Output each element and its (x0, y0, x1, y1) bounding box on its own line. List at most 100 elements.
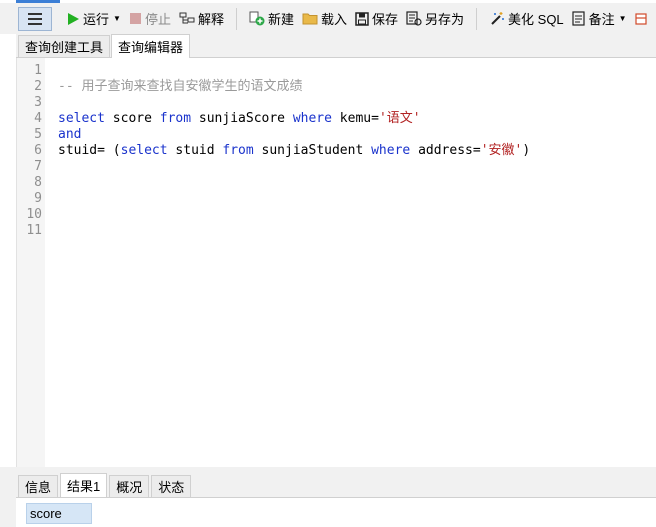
column-header-score[interactable]: score (26, 503, 92, 524)
notes-icon (572, 11, 585, 26)
sql-keyword: where (371, 143, 411, 158)
explain-label: 解释 (197, 12, 224, 27)
overflow-button[interactable] (631, 7, 654, 31)
line-number: 11 (26, 223, 42, 238)
code-area[interactable]: 1 2 -- 用子查询来查找自安徽学生的语文成绩 3 4 select scor… (17, 63, 656, 239)
line-text: and (42, 127, 81, 143)
save-as-button[interactable]: 另存为 (402, 7, 468, 31)
tab-profile[interactable]: 概况 (109, 475, 150, 497)
stop-label: 停止 (144, 12, 171, 27)
left-margin (0, 34, 16, 467)
sql-keyword: select (120, 143, 168, 158)
menu-button[interactable] (18, 6, 52, 31)
line-number: 4 (34, 111, 42, 126)
result-panel: 信息 结果1 概况 状态 score (0, 467, 656, 527)
sql-text: stuid (167, 143, 223, 158)
notes-button[interactable]: 备注 ▼ (568, 7, 631, 31)
toolbar: 运行 ▼ 停止 解释 新建 载入 保存 另存为 美化 SQL 备注 ▼ (0, 3, 656, 34)
line-number: 6 (34, 143, 42, 158)
line-text (42, 95, 58, 111)
line-text (42, 159, 58, 175)
line-text (42, 191, 58, 207)
result-tab-bar: 信息 结果1 概况 状态 (18, 473, 193, 497)
sql-keyword: from (222, 143, 254, 158)
new-label: 新建 (267, 12, 294, 27)
tab-result-1[interactable]: 结果1 (60, 473, 108, 497)
notes-label: 备注 (588, 12, 615, 27)
sql-text: stuid= ( (58, 143, 121, 158)
line-number: 1 (34, 63, 42, 78)
save-as-label: 另存为 (425, 12, 465, 27)
load-button[interactable]: 载入 (298, 7, 351, 31)
sql-keyword: and (58, 127, 82, 142)
new-button[interactable]: 新建 (245, 7, 298, 31)
sql-text: sunjiaStudent (253, 143, 372, 158)
code-line: 8 (17, 175, 656, 191)
magic-wand-icon (491, 12, 505, 25)
line-number: 8 (34, 175, 42, 190)
explain-button[interactable]: 解释 (175, 7, 228, 31)
overflow-icon (634, 12, 647, 25)
save-icon (355, 11, 369, 26)
code-line: 1 (17, 63, 656, 79)
sql-text: score (104, 111, 160, 126)
sql-string: '安徽' (480, 143, 523, 158)
tab-status[interactable]: 状态 (151, 475, 192, 497)
save-button[interactable]: 保存 (351, 7, 402, 31)
sql-keyword: where (292, 111, 332, 126)
code-line: 7 (17, 159, 656, 175)
line-number: 7 (34, 159, 42, 174)
line-text (42, 175, 58, 191)
tab-messages[interactable]: 信息 (18, 475, 59, 497)
code-line: 5 and (17, 127, 656, 143)
code-line: 3 (17, 95, 656, 111)
line-text (42, 63, 58, 79)
line-number: 5 (34, 127, 42, 142)
run-button[interactable]: 运行 ▼ (62, 7, 125, 31)
folder-icon (302, 13, 318, 25)
result-grid[interactable]: score (16, 497, 656, 527)
code-line: 6 stuid= (select stuid from sunjiaStuden… (17, 143, 656, 159)
stop-button[interactable]: 停止 (125, 7, 175, 31)
play-icon (68, 12, 79, 25)
line-text (42, 207, 58, 223)
editor-tab-bar: 查询创建工具 查询编辑器 (16, 34, 656, 58)
tab-query-builder[interactable]: 查询创建工具 (18, 35, 111, 57)
run-label: 运行 (83, 12, 110, 27)
run-dropdown-icon[interactable]: ▼ (113, 14, 121, 23)
line-number: 2 (34, 79, 42, 94)
sql-text: ) (522, 143, 531, 158)
code-line: 9 (17, 191, 656, 207)
line-number: 10 (26, 207, 42, 222)
line-text (42, 223, 58, 239)
beautify-sql-button[interactable]: 美化 SQL (485, 7, 568, 31)
line-number: 3 (34, 95, 42, 110)
save-as-icon (406, 11, 422, 26)
line-text: -- 用子查询来查找自安徽学生的语文成绩 (42, 79, 302, 95)
sql-text: sunjiaScore (191, 111, 293, 126)
stop-icon (129, 13, 141, 24)
sql-keyword: select (58, 111, 105, 126)
code-line: 10 (17, 207, 656, 223)
line-text: stuid= (select stuid from sunjiaStudent … (42, 143, 530, 159)
load-label: 载入 (320, 12, 347, 27)
sql-text: kemu= (331, 111, 379, 126)
sql-string: '语文' (378, 111, 421, 126)
explain-icon (179, 12, 195, 23)
sql-keyword: from (159, 111, 192, 126)
line-text: select score from sunjiaScore where kemu… (42, 111, 421, 127)
toolbar-divider (235, 7, 237, 30)
sql-editor[interactable]: 1 2 -- 用子查询来查找自安徽学生的语文成绩 3 4 select scor… (16, 58, 656, 467)
tab-query-editor[interactable]: 查询编辑器 (111, 34, 191, 58)
line-number: 9 (34, 191, 42, 206)
sql-text: address= (410, 143, 481, 158)
notes-dropdown-icon[interactable]: ▼ (619, 14, 627, 23)
code-line: 11 (17, 223, 656, 239)
code-line: 4 select score from sunjiaScore where ke… (17, 111, 656, 127)
code-line: 2 -- 用子查询来查找自安徽学生的语文成绩 (17, 79, 656, 95)
save-label: 保存 (372, 12, 399, 27)
sql-comment: -- 用子查询来查找自安徽学生的语文成绩 (58, 79, 303, 94)
hamburger-icon (28, 12, 42, 25)
beautify-sql-label: 美化 SQL (508, 12, 564, 27)
toolbar-divider (476, 7, 478, 30)
